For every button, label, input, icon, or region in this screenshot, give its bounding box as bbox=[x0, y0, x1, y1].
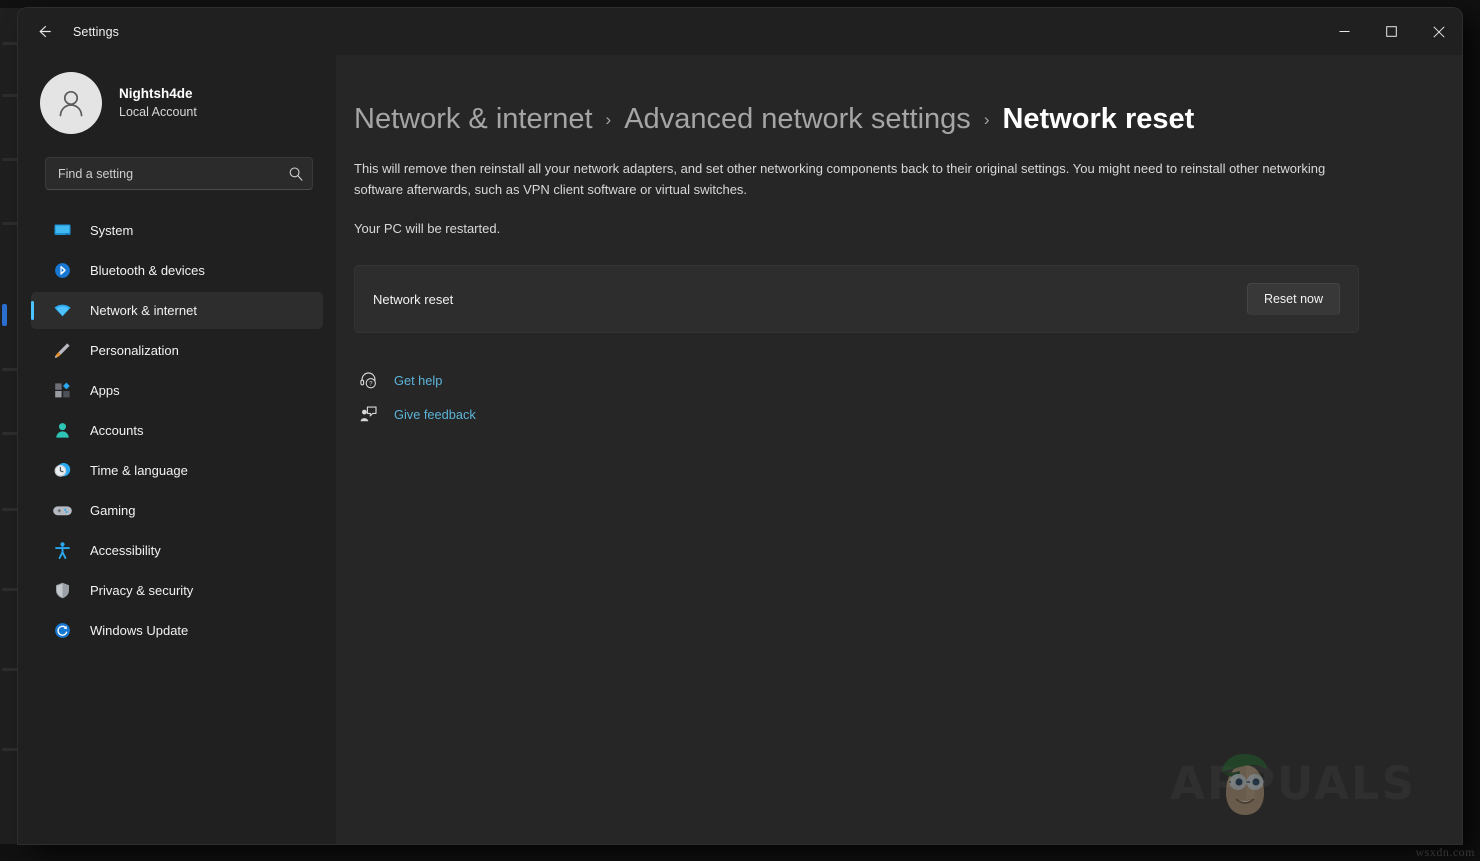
gamepad-icon bbox=[52, 501, 72, 521]
close-button[interactable] bbox=[1415, 8, 1462, 55]
sidebar-item-label: Time & language bbox=[90, 463, 188, 478]
wifi-icon bbox=[52, 301, 72, 321]
sidebar-item-label: Accessibility bbox=[90, 543, 161, 558]
minimize-button[interactable] bbox=[1321, 8, 1368, 55]
sidebar-item-label: Personalization bbox=[90, 343, 179, 358]
get-help-link[interactable]: ? Get help bbox=[354, 370, 442, 390]
sidebar-item-gaming[interactable]: Gaming bbox=[31, 492, 323, 529]
breadcrumb-separator-icon: › bbox=[984, 110, 990, 130]
sidebar-item-bluetooth-devices[interactable]: Bluetooth & devices bbox=[31, 252, 323, 289]
sidebar-item-accounts[interactable]: Accounts bbox=[31, 412, 323, 449]
breadcrumb-separator-icon: › bbox=[606, 110, 612, 130]
apps-grid-icon bbox=[52, 381, 72, 401]
bluetooth-icon bbox=[52, 261, 72, 281]
feedback-person-icon bbox=[358, 404, 378, 424]
settings-window: Settings bbox=[18, 8, 1462, 844]
search-icon bbox=[288, 166, 304, 182]
sidebar-item-accessibility[interactable]: Accessibility bbox=[31, 532, 323, 569]
back-button[interactable] bbox=[27, 15, 61, 49]
page-description-primary: This will remove then reinstall all your… bbox=[354, 158, 1344, 200]
maximize-icon bbox=[1386, 26, 1397, 37]
account-person-icon bbox=[52, 421, 72, 441]
give-feedback-link[interactable]: Give feedback bbox=[354, 404, 476, 424]
sidebar-item-label: Gaming bbox=[90, 503, 136, 518]
window-controls bbox=[1321, 8, 1462, 55]
minimize-icon bbox=[1339, 26, 1350, 37]
maximize-button[interactable] bbox=[1368, 8, 1415, 55]
sidebar-item-system[interactable]: System bbox=[31, 212, 323, 249]
shield-icon bbox=[52, 581, 72, 601]
profile-section[interactable]: Nightsh4de Local Account bbox=[40, 67, 336, 139]
network-reset-card-label: Network reset bbox=[373, 292, 453, 307]
breadcrumb-item-advanced-network-settings[interactable]: Advanced network settings bbox=[624, 103, 971, 136]
site-watermark: wsxdn.com bbox=[1416, 845, 1476, 860]
sidebar-item-label: Privacy & security bbox=[90, 583, 193, 598]
search-input[interactable] bbox=[46, 167, 280, 181]
sidebar-item-windows-update[interactable]: Windows Update bbox=[31, 612, 323, 649]
close-icon bbox=[1433, 26, 1445, 38]
search-button[interactable] bbox=[280, 166, 312, 182]
window-title: Settings bbox=[73, 25, 119, 39]
sidebar-item-time-language[interactable]: Time & language bbox=[31, 452, 323, 489]
help-links: ? Get help Give fe bbox=[354, 370, 1462, 424]
sidebar-item-privacy-security[interactable]: Privacy & security bbox=[31, 572, 323, 609]
network-reset-card: Network reset Reset now bbox=[354, 265, 1359, 333]
breadcrumb-item-network-internet[interactable]: Network & internet bbox=[354, 103, 593, 136]
paintbrush-icon bbox=[52, 341, 72, 361]
sidebar-item-network-internet[interactable]: Network & internet bbox=[31, 292, 323, 329]
give-feedback-label: Give feedback bbox=[394, 407, 476, 422]
sidebar-item-label: Network & internet bbox=[90, 303, 197, 318]
watermark: APPUALS bbox=[1170, 757, 1416, 810]
reset-now-button[interactable]: Reset now bbox=[1247, 283, 1340, 315]
main-content: Network & internet › Advanced network se… bbox=[336, 55, 1462, 844]
accessibility-person-icon bbox=[52, 541, 72, 561]
avatar bbox=[40, 72, 102, 134]
window-titlebar: Settings bbox=[18, 8, 1462, 55]
sidebar-item-label: Windows Update bbox=[90, 623, 188, 638]
profile-account-type: Local Account bbox=[119, 104, 197, 121]
help-headset-icon: ? bbox=[358, 370, 378, 390]
svg-text:?: ? bbox=[369, 380, 373, 387]
sidebar-item-label: Accounts bbox=[90, 423, 143, 438]
sidebar-item-label: Apps bbox=[90, 383, 120, 398]
mascot-logo-icon bbox=[1214, 749, 1276, 819]
page-title: Network reset bbox=[1002, 103, 1194, 136]
sidebar-item-personalization[interactable]: Personalization bbox=[31, 332, 323, 369]
sidebar-item-apps[interactable]: Apps bbox=[31, 372, 323, 409]
sidebar-item-label: System bbox=[90, 223, 133, 238]
clock-globe-icon bbox=[52, 461, 72, 481]
monitor-icon bbox=[52, 221, 72, 241]
window-body: Nightsh4de Local Account bbox=[18, 55, 1462, 844]
sidebar-nav-list: System Bluetooth & devices bbox=[18, 212, 336, 649]
watermark-brand: APPUALS bbox=[1170, 757, 1416, 810]
desktop-background: Settings bbox=[0, 0, 1480, 861]
sidebar: Nightsh4de Local Account bbox=[18, 55, 336, 844]
profile-name: Nightsh4de bbox=[119, 85, 197, 103]
search-box[interactable] bbox=[45, 157, 313, 190]
person-avatar-icon bbox=[53, 85, 89, 121]
page-description-secondary: Your PC will be restarted. bbox=[354, 218, 1344, 239]
update-refresh-icon bbox=[52, 621, 72, 641]
back-arrow-icon bbox=[36, 23, 53, 40]
sidebar-item-label: Bluetooth & devices bbox=[90, 263, 205, 278]
breadcrumb: Network & internet › Advanced network se… bbox=[354, 103, 1462, 136]
get-help-label: Get help bbox=[394, 373, 442, 388]
